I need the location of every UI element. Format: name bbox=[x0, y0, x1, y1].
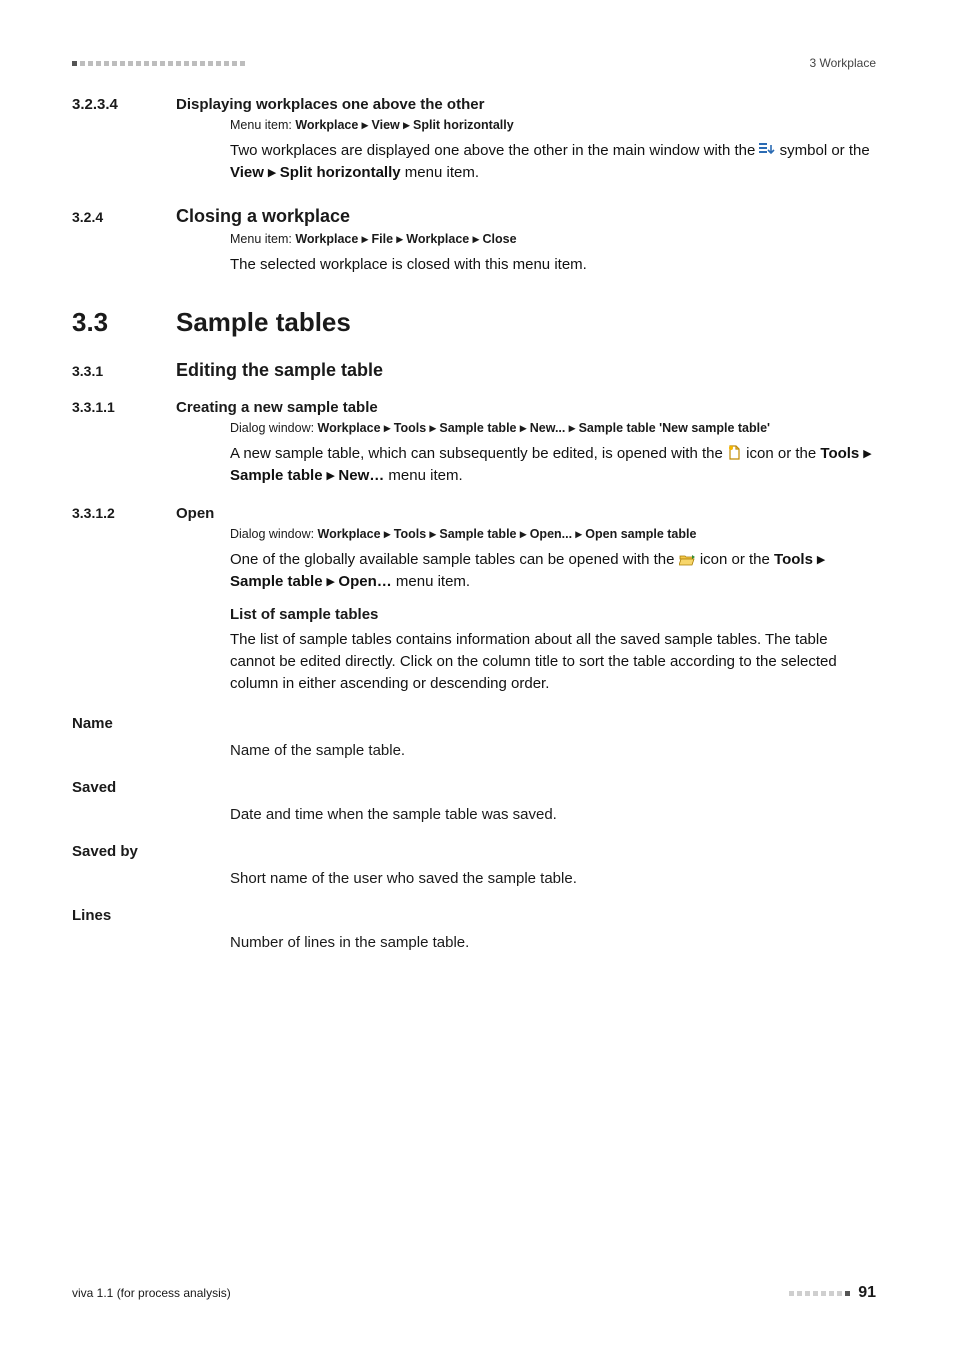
para-text: One of the globally available sample tab… bbox=[230, 551, 679, 568]
menu-path: Dialog window: Workplace ▸ Tools ▸ Sampl… bbox=[230, 420, 876, 435]
list-heading: List of sample tables bbox=[230, 606, 876, 623]
menu-path-lead: Menu item: bbox=[230, 232, 295, 246]
page: 3 Workplace 3.2.3.4 Displaying workplace… bbox=[0, 0, 954, 1350]
menu-path: Menu item: Workplace ▸ File ▸ Workplace … bbox=[230, 231, 876, 246]
menu-path-lead: Dialog window: bbox=[230, 421, 318, 435]
heading-3-3: 3.3 Sample tables bbox=[72, 307, 876, 338]
para-text: menu item. bbox=[401, 164, 479, 181]
menu-path-value: Workplace ▸ Tools ▸ Sample table ▸ Open.… bbox=[318, 527, 697, 541]
heading-3-3-1: 3.3.1 Editing the sample table bbox=[72, 360, 876, 381]
menu-path: Dialog window: Workplace ▸ Tools ▸ Sampl… bbox=[230, 526, 876, 541]
field-desc-saved: Date and time when the sample table was … bbox=[72, 806, 876, 823]
para-text: symbol or the bbox=[780, 142, 870, 159]
footer-decor-bars bbox=[789, 1291, 850, 1296]
para-text: icon or the bbox=[746, 445, 820, 462]
heading-3-2-3-4: 3.2.3.4 Displaying workplaces one above … bbox=[72, 96, 876, 113]
section-number: 3.3.1.1 bbox=[72, 399, 176, 415]
field-label-saved: Saved bbox=[72, 779, 876, 796]
section-title: Sample tables bbox=[176, 307, 876, 338]
header: 3 Workplace bbox=[72, 56, 876, 70]
para-text: A new sample table, which can subsequent… bbox=[230, 445, 727, 462]
field-label-lines: Lines bbox=[72, 907, 876, 924]
field-desc-saved-by: Short name of the user who saved the sam… bbox=[72, 870, 876, 887]
menu-path-value: Workplace ▸ File ▸ Workplace ▸ Close bbox=[295, 232, 516, 246]
header-section-label: 3 Workplace bbox=[810, 56, 876, 70]
section-number: 3.3.1.2 bbox=[72, 505, 176, 521]
menu-path-lead: Dialog window: bbox=[230, 527, 318, 541]
split-horizontally-icon bbox=[759, 143, 775, 157]
footer: viva 1.1 (for process analysis) 91 bbox=[72, 1284, 876, 1302]
section-title: Creating a new sample table bbox=[176, 399, 876, 416]
menu-path-value: Workplace ▸ View ▸ Split horizontally bbox=[295, 118, 513, 132]
heading-3-3-1-2: 3.3.1.2 Open bbox=[72, 505, 876, 522]
para-text: Two workplaces are displayed one above t… bbox=[230, 142, 759, 159]
section-number: 3.3.1 bbox=[72, 363, 176, 379]
footer-product-label: viva 1.1 (for process analysis) bbox=[72, 1286, 231, 1300]
new-document-icon bbox=[727, 445, 742, 460]
para-text: menu item. bbox=[392, 573, 470, 590]
paragraph: The selected workplace is closed with th… bbox=[230, 254, 876, 276]
field-desc-lines: Number of lines in the sample table. bbox=[72, 934, 876, 951]
menu-path: Menu item: Workplace ▸ View ▸ Split hori… bbox=[230, 117, 876, 132]
heading-3-3-1-1: 3.3.1.1 Creating a new sample table bbox=[72, 399, 876, 416]
section-title: Displaying workplaces one above the othe… bbox=[176, 96, 876, 113]
section-number: 3.3 bbox=[72, 307, 176, 338]
field-label-saved-by: Saved by bbox=[72, 843, 876, 860]
para-text: icon or the bbox=[700, 551, 774, 568]
field-desc-name: Name of the sample table. bbox=[72, 742, 876, 759]
para-text: menu item. bbox=[384, 467, 462, 484]
section-number: 3.2.3.4 bbox=[72, 96, 176, 113]
section-title: Closing a workplace bbox=[176, 206, 876, 227]
paragraph: Two workplaces are displayed one above t… bbox=[230, 140, 876, 184]
paragraph: One of the globally available sample tab… bbox=[230, 549, 876, 593]
paragraph: The list of sample tables contains infor… bbox=[230, 629, 876, 694]
section-title: Open bbox=[176, 505, 876, 522]
menu-path-value: Workplace ▸ Tools ▸ Sample table ▸ New..… bbox=[318, 421, 770, 435]
field-label-name: Name bbox=[72, 715, 876, 732]
header-decor-bars bbox=[72, 61, 245, 66]
heading-3-2-4: 3.2.4 Closing a workplace bbox=[72, 206, 876, 227]
page-number: 91 bbox=[858, 1284, 876, 1302]
para-bold: View ▸ Split horizontally bbox=[230, 164, 401, 181]
paragraph: A new sample table, which can subsequent… bbox=[230, 443, 876, 487]
section-title: Editing the sample table bbox=[176, 360, 876, 381]
section-number: 3.2.4 bbox=[72, 209, 176, 225]
open-folder-icon bbox=[679, 553, 696, 566]
menu-path-lead: Menu item: bbox=[230, 118, 295, 132]
